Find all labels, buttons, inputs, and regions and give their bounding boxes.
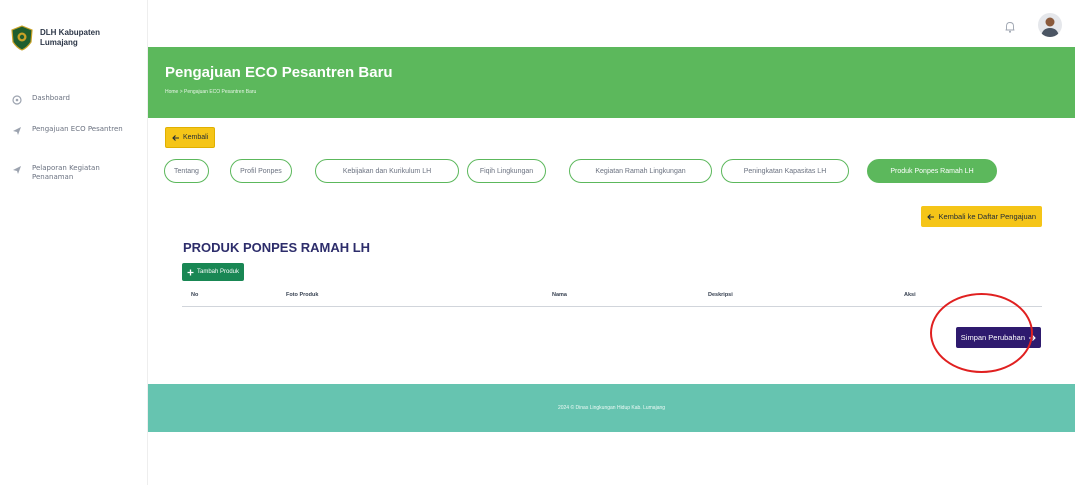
add-product-button[interactable]: Tambah Produk <box>182 263 245 281</box>
bell-icon[interactable] <box>1003 20 1017 34</box>
back-button-label: Kembali <box>183 134 209 141</box>
column-header-no: No <box>191 292 199 298</box>
sidebar: DLH Kabupaten Lumajang Dashboard Pengaju… <box>0 0 148 485</box>
column-header-foto: Foto Produk <box>286 292 319 298</box>
column-header-deskripsi: Deskripsi <box>708 292 733 298</box>
save-changes-button[interactable]: Simpan Perubahan <box>955 327 1041 348</box>
tab-profil-ponpes[interactable]: Profil Ponpes <box>230 159 292 183</box>
plus-icon <box>187 269 194 275</box>
column-header-nama: Nama <box>552 292 567 298</box>
sidebar-item-label: Dashboard <box>32 94 70 102</box>
save-changes-label: Simpan Perubahan <box>960 333 1025 342</box>
sidebar-item-pengajuan[interactable]: Pengajuan ECO Pesantren <box>12 125 128 136</box>
tab-kebijakan[interactable]: Kebijakan dan Kurikulum LH <box>315 159 459 183</box>
send-icon <box>13 166 21 174</box>
tab-peningkatan[interactable]: Peningkatan Kapasitas LH <box>721 159 849 183</box>
topbar <box>148 0 1075 47</box>
content-card: Kembali ke Daftar Pengajuan PRODUK PONPE… <box>165 197 1058 380</box>
send-icon <box>13 127 21 135</box>
user-avatar-icon <box>1041 17 1059 37</box>
tab-fiqih[interactable]: Fiqih Lingkungan <box>467 159 546 183</box>
tab-kegiatan[interactable]: Kegiatan Ramah Lingkungan <box>569 159 712 183</box>
add-product-label: Tambah Produk <box>197 269 240 275</box>
back-to-list-button[interactable]: Kembali ke Daftar Pengajuan <box>921 206 1042 227</box>
tab-produk[interactable]: Produk Ponpes Ramah LH <box>867 159 997 183</box>
back-button[interactable]: Kembali <box>165 127 216 148</box>
arrow-left-icon <box>172 134 179 141</box>
arrow-left-icon <box>927 213 935 220</box>
footer: 2024 © Dinas Lingkungan Hidup Kab. Lumaj… <box>148 384 1075 432</box>
back-to-list-label: Kembali ke Daftar Pengajuan <box>938 212 1036 221</box>
footer-copyright: 2024 © Dinas Lingkungan Hidup Kab. Lumaj… <box>557 405 666 411</box>
sidebar-item-dashboard[interactable]: Dashboard <box>12 94 128 105</box>
section-title: PRODUK PONPES RAMAH LH <box>183 240 371 255</box>
page-title: Pengajuan ECO Pesantren Baru <box>165 64 393 81</box>
regency-logo-icon <box>11 25 33 51</box>
dashboard-icon <box>12 95 22 105</box>
sidebar-item-pelaporan[interactable]: Pelaporan Kegiatan Penanaman <box>12 164 128 182</box>
column-header-aksi: Aksi <box>904 292 916 298</box>
page-header: Pengajuan ECO Pesantren Baru Home > Peng… <box>148 47 1075 118</box>
avatar[interactable] <box>1038 13 1062 37</box>
breadcrumb[interactable]: Home > Pengajuan ECO Pesantren Baru <box>165 89 256 95</box>
table-header: No Foto Produk Nama Deskripsi Aksi <box>182 289 1042 307</box>
brand-name: DLH Kabupaten Lumajang <box>40 28 100 47</box>
arrow-right-icon <box>1029 334 1036 341</box>
sidebar-item-label: Pelaporan Kegiatan Penanaman <box>32 164 100 181</box>
brand[interactable]: DLH Kabupaten Lumajang <box>11 25 120 51</box>
tab-tentang[interactable]: Tentang <box>164 159 209 183</box>
sidebar-item-label: Pengajuan ECO Pesantren <box>32 125 123 133</box>
